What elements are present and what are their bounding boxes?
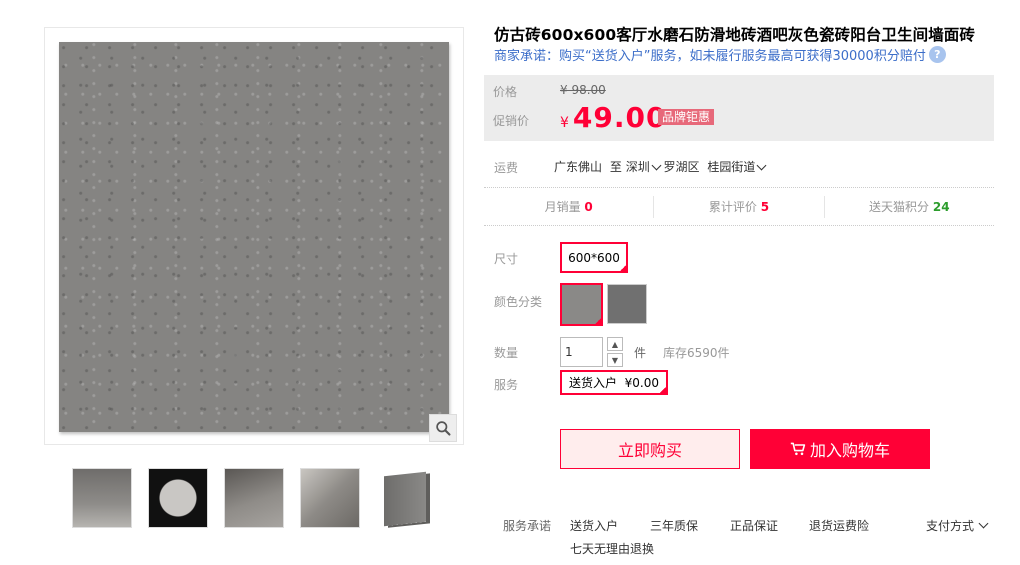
chevron-down-icon	[978, 518, 989, 529]
stats-bar: 月销量 0 累计评价 5 送天猫积分 24	[484, 196, 994, 218]
ship-city: 深圳	[625, 160, 650, 174]
payment-methods-dropdown[interactable]: 支付方式	[926, 517, 989, 534]
size-label: 尺寸	[494, 252, 519, 266]
divider	[484, 225, 994, 226]
quantity-decrease-button[interactable]: ▼	[607, 353, 623, 367]
help-icon[interactable]: ?	[928, 46, 946, 63]
add-to-cart-label: 加入购物车	[809, 441, 890, 460]
thumbnail-2[interactable]	[148, 468, 208, 528]
service-item[interactable]: 送货入户	[570, 517, 618, 534]
ship-city-select[interactable]: 深圳	[625, 160, 662, 174]
main-product-image[interactable]	[59, 42, 449, 432]
original-price: ¥ 98.00	[560, 83, 606, 97]
quantity-label: 数量	[494, 346, 519, 360]
thumbnail-3[interactable]	[224, 468, 284, 528]
ship-district: 罗湖区	[663, 160, 700, 174]
thumbnail-strip	[72, 468, 436, 528]
selected-check-icon	[618, 263, 628, 273]
service-item[interactable]: 七天无理由退换	[570, 540, 654, 557]
selected-check-icon	[593, 316, 603, 326]
merchant-promise-text: 商家承诺：购买“送货入户”服务，如未履行服务最高可获得30000积分赔付	[494, 49, 926, 64]
promo-badge: 品牌钜惠	[658, 109, 715, 125]
cart-icon	[790, 442, 806, 456]
ship-street: 桂园街道	[707, 160, 756, 174]
stat-monthly-sales: 月销量 0	[484, 196, 655, 218]
color-option-1[interactable]	[560, 283, 603, 326]
service-item[interactable]: 三年质保	[650, 517, 698, 534]
stat-label: 累计评价	[708, 200, 757, 214]
quantity-unit: 件	[634, 346, 647, 360]
service-label: 服务	[494, 378, 519, 392]
chevron-up-icon: ▲	[611, 339, 619, 349]
promo-price: ¥ 49.00	[560, 101, 667, 134]
color-label: 颜色分类	[494, 295, 543, 309]
stat-points: 送天猫积分 24	[825, 196, 994, 218]
buy-now-button[interactable]: 立即购买	[560, 429, 740, 469]
thumbnail-1[interactable]	[72, 468, 132, 528]
price-box: 价格 ¥ 98.00 促销价 ¥ 49.00 品牌钜惠	[484, 75, 994, 141]
merchant-promise: 商家承诺：购买“送货入户”服务，如未履行服务最高可获得30000积分赔付 ?	[494, 45, 946, 64]
ship-from: 广东佛山	[554, 160, 603, 174]
stat-label: 送天猫积分	[869, 200, 930, 214]
zoom-button[interactable]	[429, 414, 457, 442]
ship-street-select[interactable]: 桂园街道	[707, 160, 767, 174]
thumbnail-4[interactable]	[300, 468, 360, 528]
promo-price-label: 促销价	[493, 114, 530, 128]
stat-label: 月销量	[544, 200, 581, 214]
thumbnail-5[interactable]	[376, 468, 436, 528]
stock-count: 库存6590件	[663, 346, 730, 360]
stat-value: 24	[932, 200, 950, 214]
price-label: 价格	[493, 85, 518, 99]
shipping-label: 运费	[494, 161, 519, 175]
quantity-increase-button[interactable]: ▲	[607, 337, 623, 351]
chevron-down-icon	[756, 160, 767, 171]
ship-to-word: 至	[609, 160, 622, 174]
promo-price-value: 49.00	[572, 101, 667, 134]
add-to-cart-button[interactable]: 加入购物车	[750, 429, 930, 469]
size-option-600x600[interactable]: 600*600	[560, 242, 628, 273]
payment-methods-label: 支付方式	[926, 519, 975, 533]
quantity-input[interactable]: 1	[560, 337, 603, 367]
product-title: 仿古砖600x600客厅水磨石防滑地砖酒吧灰色瓷砖阳台卫生间墙面砖	[494, 26, 976, 44]
service-option-text: 送货入户 ¥0.00	[569, 376, 659, 390]
currency-symbol: ¥	[560, 115, 569, 131]
stat-reviews[interactable]: 累计评价 5	[654, 196, 825, 218]
chevron-down-icon	[651, 160, 662, 171]
stat-value: 0	[584, 200, 593, 214]
service-item[interactable]: 退货运费险	[809, 517, 869, 534]
main-image-frame	[44, 27, 464, 445]
magnifier-icon	[435, 420, 451, 436]
size-option-text: 600*600	[568, 250, 620, 265]
service-item[interactable]: 正品保证	[730, 517, 778, 534]
divider	[484, 187, 994, 188]
service-option-delivery[interactable]: 送货入户 ¥0.00	[560, 370, 668, 395]
color-option-2[interactable]	[607, 284, 647, 324]
services-label: 服务承诺	[503, 519, 552, 533]
selected-check-icon	[658, 385, 668, 395]
shipping-info: 广东佛山 至 深圳 罗湖区 桂园街道	[554, 158, 767, 175]
stat-value: 5	[760, 200, 770, 214]
chevron-down-icon: ▼	[611, 355, 619, 365]
